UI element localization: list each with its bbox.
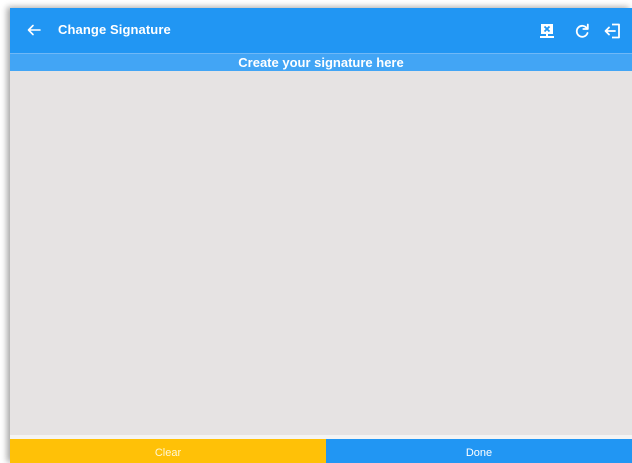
logout-icon — [604, 23, 620, 39]
done-button[interactable]: Done — [326, 439, 632, 463]
signature-instruction: Create your signature here — [10, 53, 632, 71]
app-bar: Change Signature — [10, 8, 632, 53]
refresh-icon — [575, 23, 589, 38]
signature-screen: Change Signature Create your signature h… — [10, 8, 632, 463]
cancel-screen-button[interactable] — [534, 18, 560, 44]
arrow-back-icon — [27, 24, 41, 36]
clear-button[interactable]: Clear — [10, 439, 326, 463]
refresh-button[interactable] — [569, 18, 595, 44]
back-button[interactable] — [22, 18, 46, 42]
page-title: Change Signature — [58, 22, 171, 37]
signature-canvas[interactable] — [10, 71, 632, 435]
cancel-screen-icon — [540, 24, 554, 38]
bottom-button-bar: Clear Done — [10, 439, 632, 463]
logout-button[interactable] — [600, 18, 626, 44]
